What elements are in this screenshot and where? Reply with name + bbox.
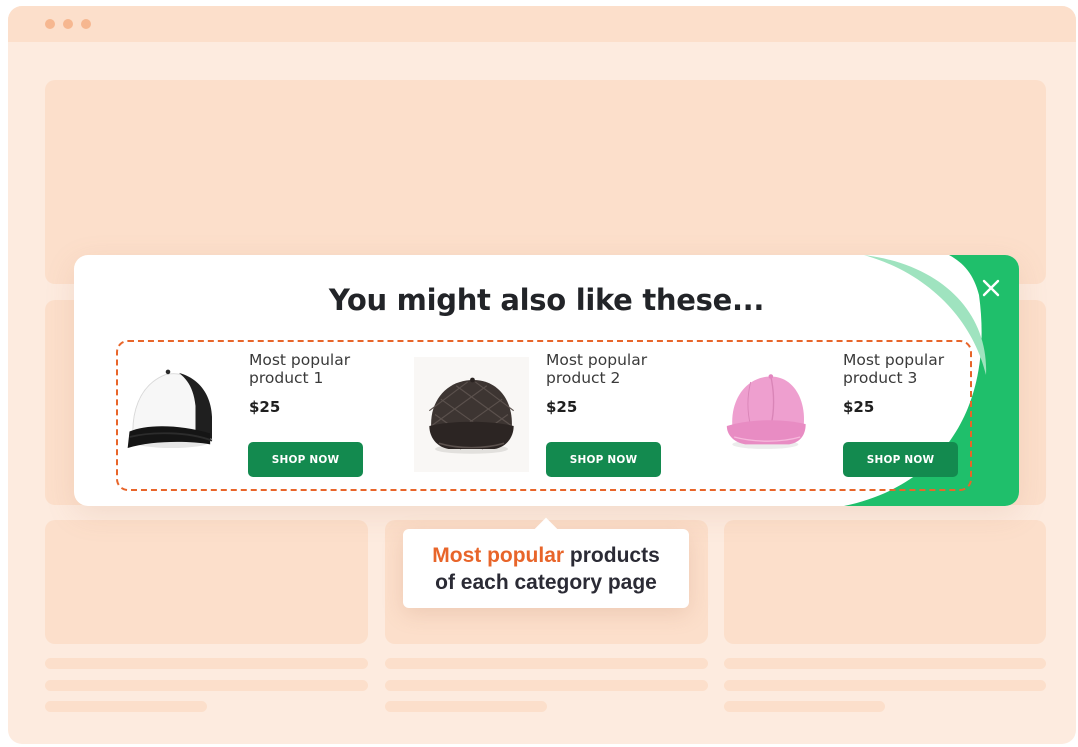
black-white-cap-image bbox=[127, 369, 213, 448]
product-card: Most popular product 3 $25 SHOP NOW bbox=[714, 255, 1014, 506]
window-dot-icon bbox=[45, 19, 55, 29]
product-name-line: product 1 bbox=[249, 369, 324, 387]
product-price: $25 bbox=[249, 398, 281, 416]
shop-now-button[interactable]: SHOP NOW bbox=[843, 442, 958, 477]
text-placeholder bbox=[724, 680, 1046, 691]
shop-now-button[interactable]: SHOP NOW bbox=[248, 442, 363, 477]
window-dot-icon bbox=[63, 19, 73, 29]
product-name-line: Most popular bbox=[843, 351, 945, 369]
tooltip-line: Most popular products bbox=[403, 542, 689, 569]
text-placeholder bbox=[385, 658, 708, 669]
tooltip-highlight: Most popular bbox=[432, 544, 565, 567]
text-placeholder bbox=[385, 680, 708, 691]
tooltip-line: of each category page bbox=[403, 569, 689, 596]
tooltip-text: products bbox=[564, 544, 660, 567]
hero-placeholder bbox=[45, 80, 1046, 284]
product-price: $25 bbox=[843, 398, 875, 416]
window-dot-icon bbox=[81, 19, 91, 29]
recommendation-popup: You might also like these... Most popula… bbox=[74, 255, 1019, 506]
product-name-line: Most popular bbox=[546, 351, 648, 369]
text-placeholder bbox=[45, 680, 368, 691]
brown-quilted-cap-image bbox=[414, 357, 529, 472]
product-name-line: Most popular bbox=[249, 351, 351, 369]
text-placeholder bbox=[724, 658, 1046, 669]
window-titlebar bbox=[8, 6, 1076, 42]
product-name-line: product 2 bbox=[546, 369, 621, 387]
shop-now-button[interactable]: SHOP NOW bbox=[546, 442, 661, 477]
text-placeholder bbox=[45, 701, 207, 712]
card-placeholder bbox=[724, 520, 1046, 644]
text-placeholder bbox=[45, 658, 368, 669]
product-price: $25 bbox=[546, 398, 578, 416]
product-name-line: product 3 bbox=[843, 369, 918, 387]
pink-cap-image bbox=[726, 374, 806, 449]
callout-tooltip: Most popular products of each category p… bbox=[403, 517, 689, 608]
card-placeholder bbox=[45, 520, 368, 644]
product-name: Most popular product 1 bbox=[249, 351, 369, 387]
product-card: Most popular product 1 $25 SHOP NOW bbox=[124, 255, 424, 506]
tooltip-text: of each category page bbox=[435, 571, 657, 594]
text-placeholder bbox=[724, 701, 885, 712]
product-card: Most popular product 2 $25 SHOP NOW bbox=[414, 255, 714, 506]
product-name: Most popular product 3 bbox=[843, 351, 963, 387]
product-name: Most popular product 2 bbox=[546, 351, 666, 387]
text-placeholder bbox=[385, 701, 547, 712]
